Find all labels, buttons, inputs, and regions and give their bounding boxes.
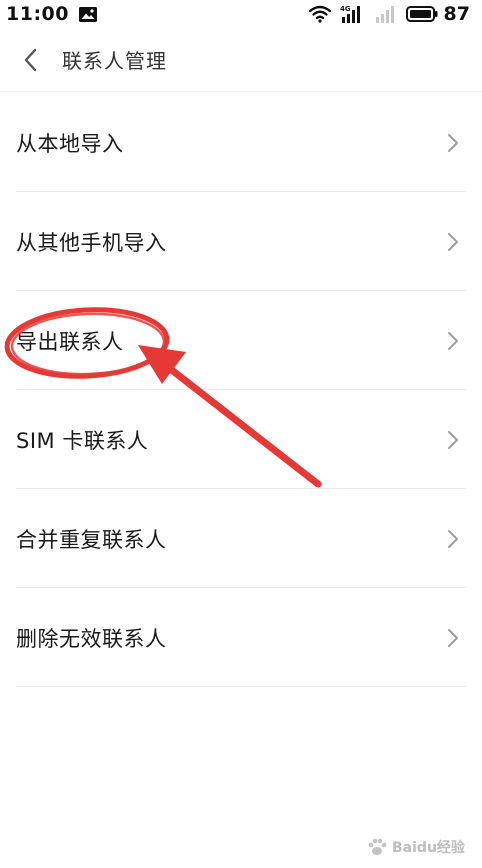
- contacts-management-screen: 11:00 4G 87 联系人管理 从本地导入 从其他手机导入 导出联系人 SI…: [0, 0, 482, 868]
- watermark: Baidu经验: [366, 832, 465, 862]
- watermark-text: Baidu经验: [392, 840, 465, 856]
- network-label: 4G: [340, 5, 351, 13]
- menu-item-merge-duplicates[interactable]: 合并重复联系人: [0, 489, 482, 588]
- app-header: 联系人管理: [0, 28, 482, 92]
- menu-item-label: 从其他手机导入: [16, 230, 167, 255]
- page-title: 联系人管理: [62, 49, 167, 73]
- status-bar: 11:00 4G 87: [0, 0, 482, 28]
- chevron-right-icon: [446, 132, 460, 154]
- status-right: 4G 87: [300, 3, 470, 25]
- chevron-right-icon: [446, 330, 460, 352]
- menu-item-import-other-phone[interactable]: 从其他手机导入: [0, 192, 482, 291]
- signal-empty-icon: [375, 4, 397, 24]
- menu-item-delete-invalid[interactable]: 删除无效联系人: [0, 588, 482, 687]
- chevron-right-icon: [446, 429, 460, 451]
- image-notification-icon: [78, 6, 98, 23]
- paw-logo-icon: [368, 838, 387, 855]
- menu-item-label: 删除无效联系人: [16, 626, 167, 651]
- menu-item-label: SIM 卡联系人: [16, 428, 149, 453]
- back-button[interactable]: [0, 28, 62, 92]
- chevron-left-icon: [24, 48, 37, 71]
- menu-item-import-local[interactable]: 从本地导入: [0, 93, 482, 192]
- menu-item-label: 从本地导入: [16, 131, 124, 156]
- menu-item-export-contacts[interactable]: 导出联系人: [0, 291, 482, 390]
- chevron-right-icon: [446, 627, 460, 649]
- menu-item-sim-contacts[interactable]: SIM 卡联系人: [0, 390, 482, 489]
- chevron-right-icon: [446, 231, 460, 253]
- battery-level: 87: [443, 3, 470, 25]
- chevron-right-icon: [446, 528, 460, 550]
- status-left: 11:00: [6, 3, 98, 25]
- battery-icon: [405, 5, 438, 23]
- wifi-icon: [308, 5, 331, 23]
- menu-item-label: 导出联系人: [16, 329, 124, 354]
- settings-list: 从本地导入 从其他手机导入 导出联系人 SIM 卡联系人 合并重复联系人 删除无…: [0, 93, 482, 687]
- menu-item-label: 合并重复联系人: [16, 527, 167, 552]
- status-time: 11:00: [6, 3, 69, 25]
- signal-4g-icon: 4G: [340, 4, 366, 24]
